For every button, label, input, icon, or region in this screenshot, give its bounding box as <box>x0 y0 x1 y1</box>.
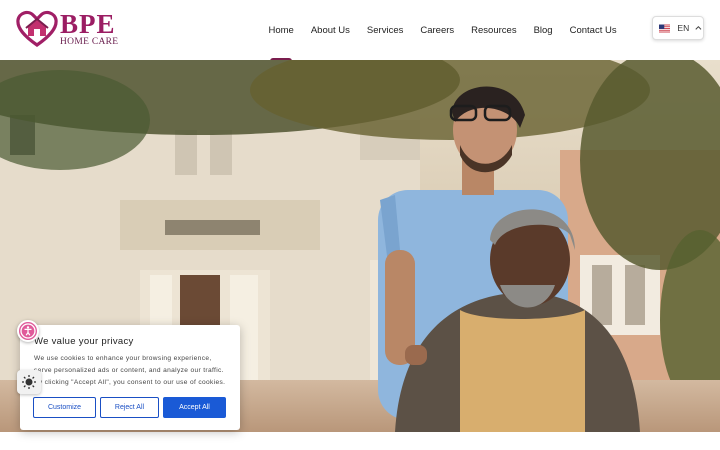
brightness-toggle-button[interactable] <box>17 370 41 394</box>
reject-all-button[interactable]: Reject All <box>100 397 159 418</box>
language-selector[interactable]: EN <box>652 16 704 40</box>
cookie-line: serve personalized ads or content, and a… <box>34 367 224 374</box>
accessibility-widget-button[interactable] <box>17 320 39 342</box>
customize-button[interactable]: Customize <box>33 397 96 418</box>
brand-subtitle: HOME CARE <box>60 37 119 47</box>
cookie-title: We value your privacy <box>34 336 134 347</box>
nav-contact-us[interactable]: Contact Us <box>561 0 625 60</box>
main-nav: Home About Us Services Careers Resources… <box>260 0 625 62</box>
accept-all-button[interactable]: Accept All <box>163 397 226 418</box>
heart-house-logo-icon <box>16 10 58 47</box>
nav-careers[interactable]: Careers <box>412 0 463 60</box>
cookie-line: By clicking "Accept All", you consent to… <box>34 379 226 386</box>
language-code: EN <box>677 23 690 33</box>
site-header: BPE HOME CARE Home About Us Services Car… <box>0 0 720 62</box>
page-content-start <box>0 432 720 450</box>
cookie-description: We use cookies to enhance your browsing … <box>34 353 230 389</box>
nav-about-us[interactable]: About Us <box>302 0 358 60</box>
chevron-up-icon <box>695 25 702 30</box>
nav-home[interactable]: Home <box>260 0 302 62</box>
cookie-line: We use cookies to enhance your browsing … <box>34 355 212 362</box>
us-flag-icon <box>659 24 671 32</box>
brightness-icon <box>22 375 36 389</box>
accessibility-icon <box>20 323 36 339</box>
nav-resources[interactable]: Resources <box>463 0 525 60</box>
cookie-consent-banner: We value your privacy We use cookies to … <box>20 325 240 430</box>
brand-name: BPE <box>60 9 116 39</box>
nav-services[interactable]: Services <box>358 0 411 60</box>
logo[interactable]: BPE HOME CARE <box>16 10 126 50</box>
nav-blog[interactable]: Blog <box>525 0 561 60</box>
